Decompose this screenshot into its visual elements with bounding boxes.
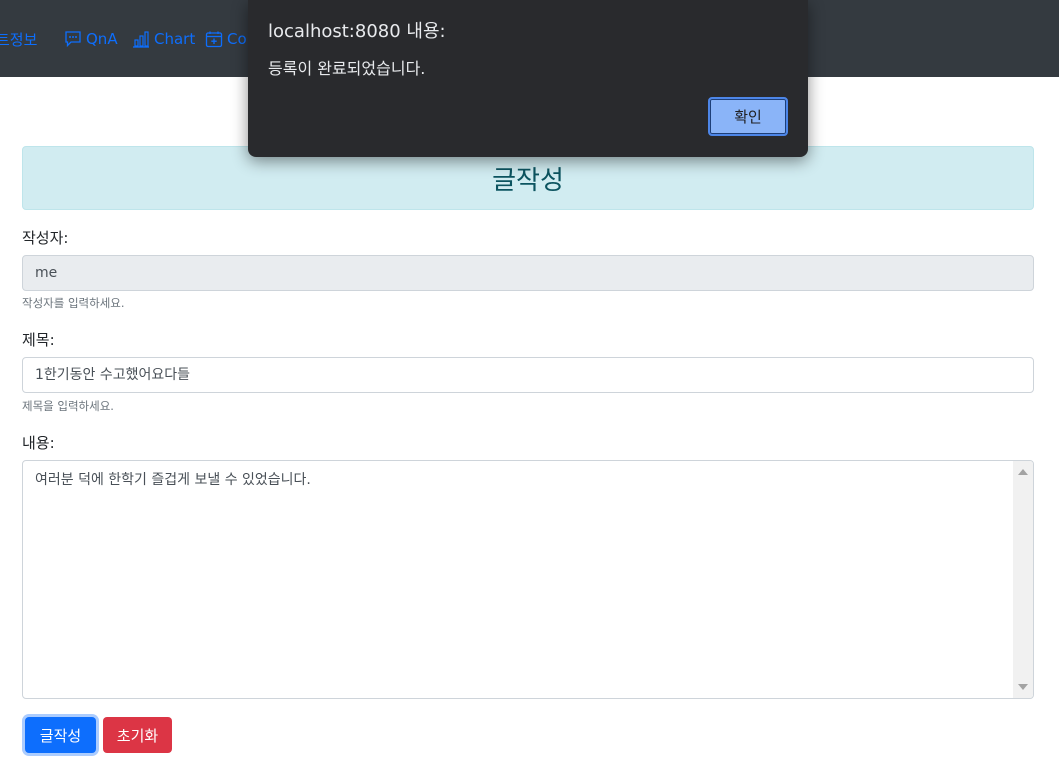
writer-help-text: 작성자를 입력하세요.: [22, 296, 125, 310]
subject-field[interactable]: 1한기동안 수고했어요다들: [22, 357, 1034, 393]
nav-item-label: QnA: [86, 30, 118, 48]
writer-label: 작성자:: [22, 229, 69, 247]
content-textarea[interactable]: 여러분 덕에 한학기 즐겁게 보낼 수 있었습니다.: [22, 460, 1034, 699]
subject-help-text: 제목을 입력하세요.: [22, 399, 114, 413]
dialog-ok-button[interactable]: 확인: [708, 97, 788, 136]
dialog-message: 등록이 완료되었습니다.: [268, 59, 426, 78]
dialog-title: localhost:8080 내용:: [268, 21, 446, 42]
calendar-plus-icon: [205, 31, 223, 48]
chat-icon: [65, 31, 81, 48]
reset-button[interactable]: 초기화: [103, 717, 172, 753]
content-label: 내용:: [22, 434, 55, 452]
bar-chart-icon: [133, 31, 149, 48]
nav-item-chart[interactable]: Chart: [132, 28, 195, 50]
page-title: 글작성: [492, 165, 564, 196]
nav-item-co[interactable]: Co: [205, 28, 247, 50]
subject-label: 제목:: [22, 331, 55, 349]
nav-item-label: Chart: [154, 30, 196, 48]
writer-field[interactable]: me: [22, 255, 1034, 291]
content-text: 여러분 덕에 한학기 즐겁게 보낼 수 있었습니다.: [35, 472, 311, 488]
nav-item-label: 트정보: [0, 30, 38, 49]
scroll-up-arrow-icon[interactable]: [1018, 469, 1028, 475]
textarea-scrollbar[interactable]: [1013, 461, 1033, 698]
nav-item-cart-info[interactable]: 트정보: [0, 28, 37, 50]
submit-button[interactable]: 글작성: [25, 717, 96, 753]
alert-dialog: localhost:8080 내용: 등록이 완료되었습니다. 확인: [248, 0, 808, 157]
nav-item-label: Co: [227, 30, 247, 48]
scroll-down-arrow-icon[interactable]: [1018, 684, 1028, 690]
nav-item-qna[interactable]: QnA: [64, 28, 118, 50]
